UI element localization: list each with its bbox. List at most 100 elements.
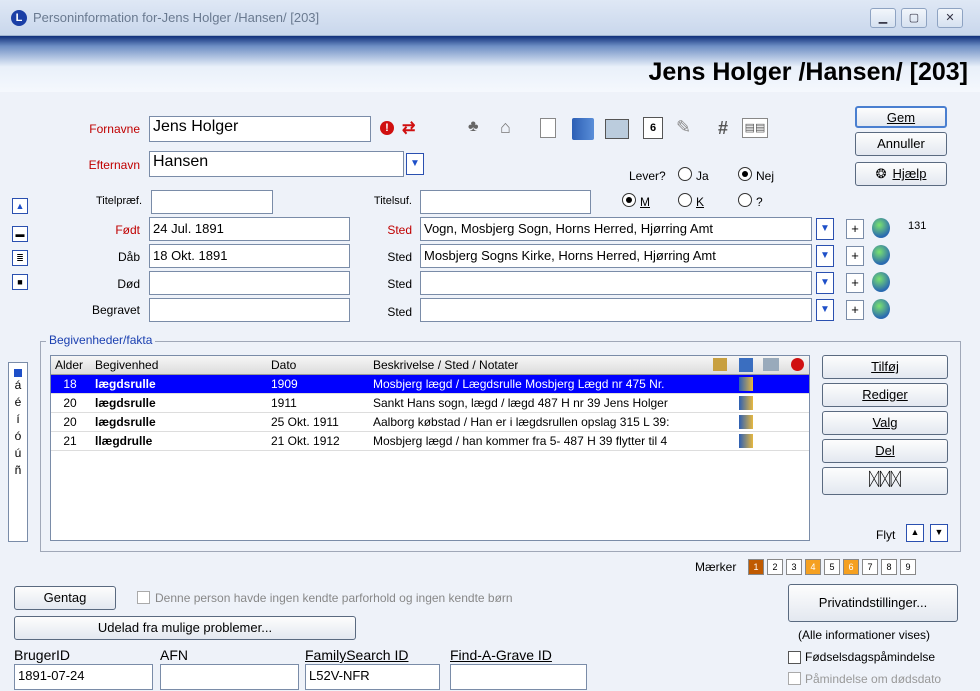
col-alder[interactable]: Alder	[55, 358, 83, 372]
source-book-icon[interactable]	[572, 118, 594, 140]
source-icon[interactable]	[739, 415, 753, 429]
familysearch-label[interactable]: FamilySearch ID	[305, 647, 408, 663]
table-row[interactable]: 20 lægdsrulle 1911 Sankt Hans sogn, lægd / …	[51, 394, 809, 413]
deathday-checkbox[interactable]	[788, 672, 801, 685]
foedt-globe-icon[interactable]	[872, 218, 890, 238]
house-icon[interactable]: ⌂	[500, 117, 522, 139]
udelad-button[interactable]: Udelad fra mulige problemer...	[14, 616, 356, 640]
marker-2[interactable]: 2	[767, 559, 783, 575]
daab-sted-dropdown[interactable]: ▼	[816, 245, 834, 267]
foedt-date-field[interactable]: 24 Jul. 1891	[149, 217, 350, 241]
findagrave-label[interactable]: Find-A-Grave ID	[450, 647, 552, 663]
calendar-icon[interactable]: 6	[643, 117, 663, 139]
move-up-button[interactable]: ▲	[12, 198, 28, 214]
special-char[interactable]: á	[9, 377, 27, 394]
daab-globe-icon[interactable]	[872, 245, 890, 265]
daab-date-field[interactable]: 18 Okt. 1891	[149, 244, 350, 268]
special-char[interactable]: ú	[9, 445, 27, 462]
source-icon[interactable]	[739, 377, 753, 391]
del-button[interactable]: Del	[822, 439, 948, 463]
col-beskrivelse[interactable]: Beskrivelse / Sted / Notater	[373, 358, 518, 372]
begravet-globe-icon[interactable]	[872, 299, 890, 319]
gem-button[interactable]: Gem	[855, 106, 947, 128]
photo-icon[interactable]	[605, 119, 629, 139]
table-row[interactable]: 21 llægdrulle 21 Okt. 1912 Mosbjerg lægd / …	[51, 432, 809, 451]
sex-m-radio[interactable]	[622, 193, 636, 207]
swap-icon[interactable]: ⇄	[402, 118, 415, 138]
maximize-button[interactable]: ▢	[901, 8, 927, 28]
begravet-sted-field[interactable]	[420, 298, 812, 322]
doed-add-button[interactable]: +	[846, 273, 864, 293]
col-people-icon[interactable]	[713, 358, 727, 371]
doed-globe-icon[interactable]	[872, 272, 890, 292]
foedt-sted-dropdown[interactable]: ▼	[816, 218, 834, 240]
special-char[interactable]: ó	[9, 428, 27, 445]
brugerid-field[interactable]: 1891-07-24	[14, 664, 153, 690]
marker-1[interactable]: 1	[748, 559, 764, 575]
afn-field[interactable]	[160, 664, 299, 690]
daab-add-button[interactable]: +	[846, 246, 864, 266]
titelsuf-field[interactable]	[420, 190, 591, 214]
annuller-button[interactable]: Annuller	[855, 132, 947, 156]
hash-icon[interactable]: #	[718, 118, 728, 139]
sex-k-radio[interactable]	[678, 193, 692, 207]
people-icon[interactable]: ♣	[468, 118, 490, 138]
foedt-add-button[interactable]: +	[846, 219, 864, 239]
open-book-icon[interactable]: ▤▤	[742, 118, 768, 138]
valg-button[interactable]: Valg	[822, 411, 948, 435]
doed-sted-dropdown[interactable]: ▼	[816, 272, 834, 294]
block-view-button[interactable]: ■	[12, 274, 28, 290]
note-icon[interactable]	[540, 118, 556, 138]
tasks-icon[interactable]: ✎	[676, 117, 691, 138]
rediger-button[interactable]: Rediger	[822, 383, 948, 407]
table-row[interactable]: 20 lægdsrulle 25 Okt. 1911 Aalborg købstad …	[51, 413, 809, 432]
doed-date-field[interactable]	[149, 271, 350, 295]
daab-sted-field[interactable]: Mosbjerg Sogns Kirke, Horns Herred, Hjør…	[420, 244, 812, 268]
warning-icon[interactable]: !	[380, 121, 394, 135]
col-dato[interactable]: Dato	[271, 358, 296, 372]
col-photo-icon[interactable]	[763, 358, 779, 371]
flyt-up-button[interactable]: ▲	[906, 524, 924, 542]
gentag-button[interactable]: Gentag	[14, 586, 116, 610]
familysearch-field[interactable]: L52V-NFR	[305, 664, 440, 690]
fornavne-field[interactable]: Jens Holger	[149, 116, 371, 142]
begravet-sted-dropdown[interactable]: ▼	[816, 299, 834, 321]
source-icon[interactable]	[739, 434, 753, 448]
efternavn-field[interactable]: Hansen	[149, 151, 404, 177]
minimize-button[interactable]: ▁	[870, 8, 896, 28]
marker-5[interactable]: 5	[824, 559, 840, 575]
dna-button[interactable]: ᛞᛞᛞ	[822, 467, 948, 495]
tilfoej-button[interactable]: Tilføj	[822, 355, 948, 379]
flyt-down-button[interactable]: ▼	[930, 524, 948, 542]
special-char[interactable]: é	[9, 394, 27, 411]
list-view-button[interactable]: ≣	[12, 250, 28, 266]
no-partner-checkbox[interactable]	[137, 591, 150, 604]
lever-ja-radio[interactable]	[678, 167, 692, 181]
col-warning-icon[interactable]	[791, 358, 804, 371]
marker-3[interactable]: 3	[786, 559, 802, 575]
col-source-icon[interactable]	[739, 358, 753, 372]
collapse-button[interactable]: ▬	[12, 226, 28, 242]
special-char[interactable]: ñ	[9, 462, 27, 479]
birthday-checkbox[interactable]	[788, 651, 801, 664]
marker-7[interactable]: 7	[862, 559, 878, 575]
source-icon[interactable]	[739, 396, 753, 410]
marker-4[interactable]: 4	[805, 559, 821, 575]
marker-9[interactable]: 9	[900, 559, 916, 575]
marker-8[interactable]: 8	[881, 559, 897, 575]
marker-6[interactable]: 6	[843, 559, 859, 575]
table-row[interactable]: 18 lægdsrulle 1909 Mosbjerg lægd / Lægdsrul…	[51, 375, 809, 394]
findagrave-field[interactable]	[450, 664, 587, 690]
titelpraef-field[interactable]	[151, 190, 273, 214]
begravet-date-field[interactable]	[149, 298, 350, 322]
privat-button[interactable]: Privatindstillinger...	[788, 584, 958, 622]
special-char[interactable]: í	[9, 411, 27, 428]
col-begivenhed[interactable]: Begivenhed	[95, 358, 158, 372]
lever-nej-radio[interactable]	[738, 167, 752, 181]
foedt-sted-field[interactable]: Vogn, Mosbjerg Sogn, Horns Herred, Hjørr…	[420, 217, 812, 241]
doed-sted-field[interactable]	[420, 271, 812, 295]
efternavn-dropdown[interactable]: ▼	[406, 153, 424, 175]
sex-unknown-radio[interactable]	[738, 193, 752, 207]
begravet-add-button[interactable]: +	[846, 300, 864, 320]
close-button[interactable]: ✕	[937, 8, 963, 28]
